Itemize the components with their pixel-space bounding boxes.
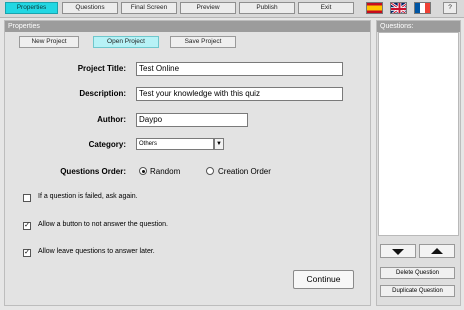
questions-list[interactable] [378, 32, 459, 236]
category-select[interactable]: Others [136, 138, 214, 150]
tab-exit[interactable]: Exit [298, 2, 354, 14]
tab-final-screen[interactable]: Final Screen [121, 2, 177, 14]
random-radio[interactable] [139, 167, 147, 175]
description-field[interactable]: Test your knowledge with this quiz [136, 87, 343, 101]
duplicate-question-button[interactable]: Duplicate Question [380, 285, 455, 297]
help-button[interactable]: ? [443, 2, 457, 14]
project-title-label: Project Title: [77, 64, 126, 73]
random-option-label: Random [150, 167, 181, 176]
questions-order-label: Questions Order: [60, 167, 126, 176]
english-flag-icon[interactable] [390, 2, 407, 14]
category-label: Category: [88, 140, 126, 149]
not-answer-checkbox[interactable]: ✓ [23, 222, 31, 230]
tab-preview[interactable]: Preview [180, 2, 236, 14]
answer-later-label: Allow leave questions to answer later. [38, 248, 155, 255]
author-label: Author: [97, 115, 126, 124]
move-down-button[interactable] [380, 244, 416, 258]
description-label: Description: [79, 89, 126, 98]
continue-button[interactable]: Continue [293, 270, 354, 289]
panel-title: Properties [5, 21, 370, 32]
creation-order-option-label: Creation Order [218, 167, 271, 176]
tab-questions[interactable]: Questions [62, 2, 118, 14]
project-title-field[interactable]: Test Online [136, 62, 343, 76]
questions-panel-title: Questions: [377, 21, 460, 32]
ask-again-label: If a question is failed, ask again. [38, 193, 138, 200]
ask-again-checkbox[interactable] [23, 194, 31, 202]
move-up-button[interactable] [419, 244, 455, 258]
tab-publish[interactable]: Publish [239, 2, 295, 14]
answer-later-checkbox[interactable]: ✓ [23, 249, 31, 257]
top-toolbar: Properties Questions Final Screen Previe… [0, 0, 464, 18]
author-field[interactable]: Daypo [136, 113, 248, 127]
french-flag-icon[interactable] [414, 2, 431, 14]
arrow-down-icon [392, 249, 404, 255]
creation-order-radio[interactable] [206, 167, 214, 175]
chevron-down-icon[interactable]: ▼ [214, 138, 224, 150]
arrow-up-icon [431, 248, 443, 254]
delete-question-button[interactable]: Delete Question [380, 267, 455, 279]
open-project-button[interactable]: Open Project [93, 36, 159, 48]
save-project-button[interactable]: Save Project [170, 36, 236, 48]
spanish-flag-icon[interactable] [366, 2, 383, 14]
tab-properties[interactable]: Properties [5, 2, 58, 14]
new-project-button[interactable]: New Project [19, 36, 79, 48]
not-answer-label: Allow a button to not answer the questio… [38, 221, 168, 228]
